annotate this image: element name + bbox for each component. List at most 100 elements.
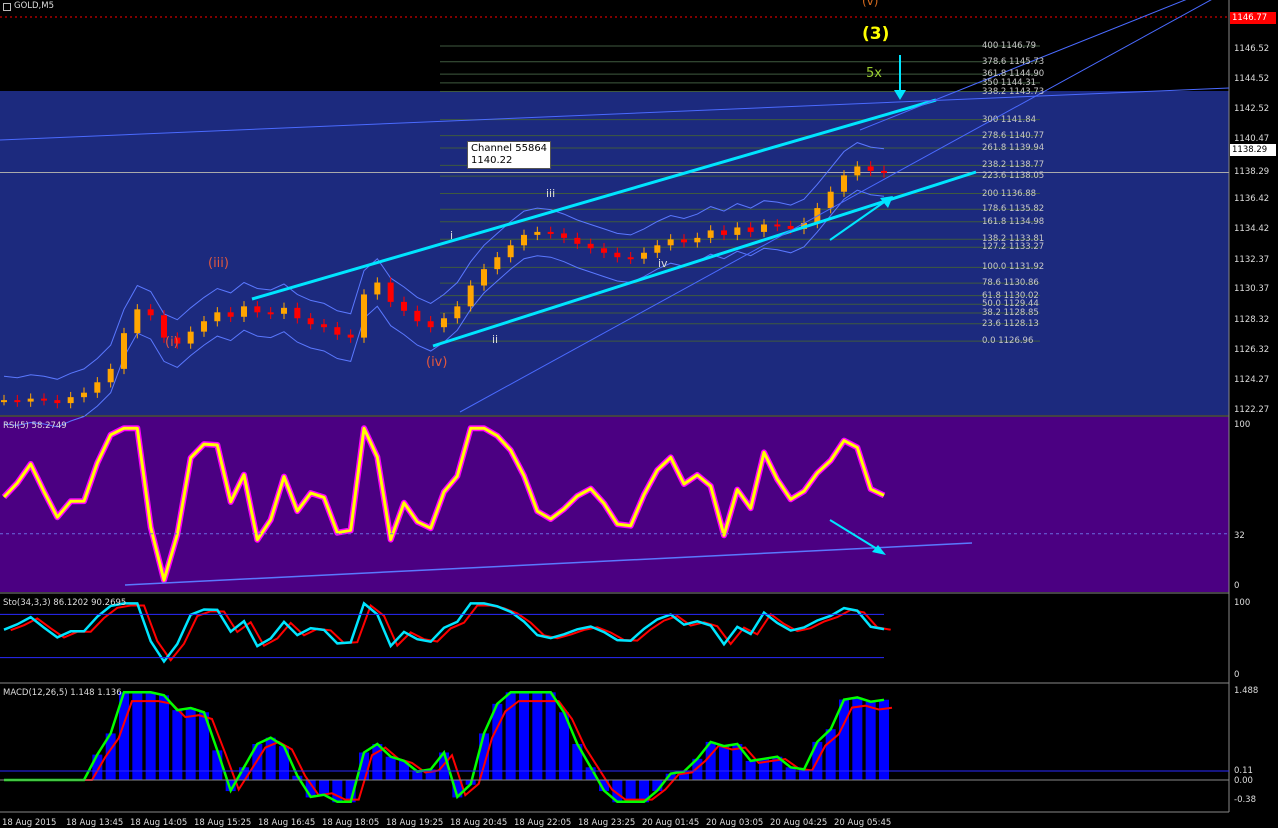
fib-level-label: 0.0 1126.96: [982, 336, 1034, 347]
candle-body: [667, 239, 674, 246]
candle-body: [694, 237, 701, 243]
macd-histogram-bar: [839, 699, 849, 781]
macd-histogram-bar: [879, 699, 889, 781]
candle-body: [534, 231, 541, 235]
macd-histogram-bar: [519, 692, 529, 781]
price-axis-label: 1132.37: [1234, 254, 1270, 265]
wave-label-5x: 5x: [866, 66, 882, 81]
channel-tooltip: Channel 55864 1140.22: [467, 141, 552, 169]
macd-histogram-bar: [492, 703, 503, 781]
time-axis-label: 18 Aug 23:25: [578, 818, 636, 828]
price-axis-label: 1140.47: [1234, 134, 1270, 145]
channel-tooltip-name: Channel 55864: [471, 143, 548, 154]
price-axis-label: 1146.52: [1234, 44, 1270, 54]
macd-axis-min: -0.38: [1234, 795, 1256, 805]
fib-level-label: 23.6 1128.13: [982, 318, 1039, 329]
macd-histogram-bar: [132, 692, 143, 781]
candle-body: [614, 252, 621, 258]
macd-histogram-bar: [412, 771, 423, 781]
price-axis-label: 1128.32: [1234, 314, 1270, 325]
macd-histogram-bar: [172, 710, 183, 781]
fib-level-label: 161.8 1134.98: [982, 216, 1045, 227]
fib-level-label: 300 1141.84: [982, 114, 1037, 125]
candle-body: [94, 382, 101, 393]
candle-body: [334, 327, 341, 335]
macd-histogram-bar: [545, 692, 556, 781]
candle-body: [854, 166, 861, 176]
time-axis-label: 18 Aug 2015: [2, 818, 57, 828]
wave-label-iv-big: (iv): [426, 355, 448, 370]
candle-body: [241, 306, 247, 317]
candle-body: [27, 398, 34, 402]
candle-body: [41, 398, 47, 401]
time-axis-label: 20 Aug 01:45: [642, 818, 700, 828]
candle-body: [841, 175, 847, 192]
candle-body: [267, 312, 274, 315]
candle-body: [107, 368, 114, 383]
candle-body: [467, 285, 474, 307]
candle-body: [401, 301, 407, 311]
candle-body: [134, 309, 141, 334]
wave-label-ii: ii: [492, 333, 499, 346]
fib-level-label: 223.6 1138.05: [982, 171, 1045, 182]
fib-level-label: 178.6 1135.82: [982, 204, 1045, 215]
candle-body: [827, 191, 834, 209]
candle-body: [307, 318, 314, 325]
rsi-axis-100: 100: [1234, 420, 1251, 430]
wave-label-3: (3): [862, 24, 890, 44]
price-axis-label: 1122.27: [1234, 405, 1270, 415]
stoch-axis-0: 0: [1234, 670, 1240, 680]
macd-histogram-bar: [185, 708, 196, 781]
candle-body: [81, 392, 87, 398]
candle-body: [67, 397, 74, 404]
macd-histogram-bar: [385, 756, 396, 781]
macd-histogram-bar: [785, 767, 796, 781]
time-axis-label: 18 Aug 13:45: [66, 818, 124, 828]
chart-collapse-icon[interactable]: [3, 3, 11, 11]
candle-body: [454, 306, 461, 319]
candle-body: [201, 321, 207, 332]
rsi-axis-0: 0: [1234, 581, 1240, 591]
price-axis-label: 1126.32: [1234, 344, 1270, 355]
price-axis-label: 1142.52: [1234, 103, 1270, 114]
macd-axis-zero: 0.00: [1234, 776, 1253, 786]
macd-histogram-bar: [212, 750, 223, 781]
time-axis-label: 18 Aug 14:05: [130, 818, 188, 828]
candle-body: [227, 312, 234, 317]
price-axis-label: 1144.52: [1234, 73, 1270, 84]
macd-axis-max: 1.488: [1234, 686, 1259, 696]
window-title: GOLD,M5: [14, 1, 55, 11]
candle-body: [374, 282, 381, 295]
chart-canvas: [0, 0, 1230, 813]
candle-body: [294, 307, 301, 319]
wave-label-i-big: (i): [165, 335, 179, 350]
candle-body: [187, 331, 194, 344]
wave-label-i: i: [450, 229, 454, 242]
candle-body: [414, 310, 421, 322]
wave-label-iii-big: (iii): [208, 256, 229, 271]
candle-body: [347, 334, 354, 338]
candle-body: [561, 233, 567, 238]
time-axis-label: 18 Aug 22:05: [514, 818, 572, 828]
candle-body: [627, 257, 634, 260]
fib-level-label: 400 1146.79: [982, 40, 1037, 51]
fib-level-label: 78.6 1130.86: [982, 278, 1039, 289]
candle-body: [361, 294, 367, 338]
candle-body: [721, 230, 727, 235]
price-axis-label: 1136.42: [1234, 194, 1270, 205]
time-axis-label: 18 Aug 20:45: [450, 818, 508, 828]
candle-body: [147, 309, 154, 316]
candle-body: [787, 225, 794, 229]
price-axis-label: 1134.42: [1234, 224, 1270, 235]
candle-body: [747, 227, 754, 232]
candle-body: [54, 400, 61, 404]
candle-body: [867, 166, 874, 171]
candle-body: [281, 307, 287, 314]
candle-body: [654, 245, 661, 253]
candle-body: [121, 333, 127, 369]
stoch-axis-100: 100: [1234, 598, 1251, 608]
candle-body: [601, 248, 607, 253]
wave-label-iv: iv: [658, 257, 668, 270]
time-axis-label: 18 Aug 15:25: [194, 818, 252, 828]
fib-level-label: 100.0 1131.92: [982, 262, 1045, 273]
